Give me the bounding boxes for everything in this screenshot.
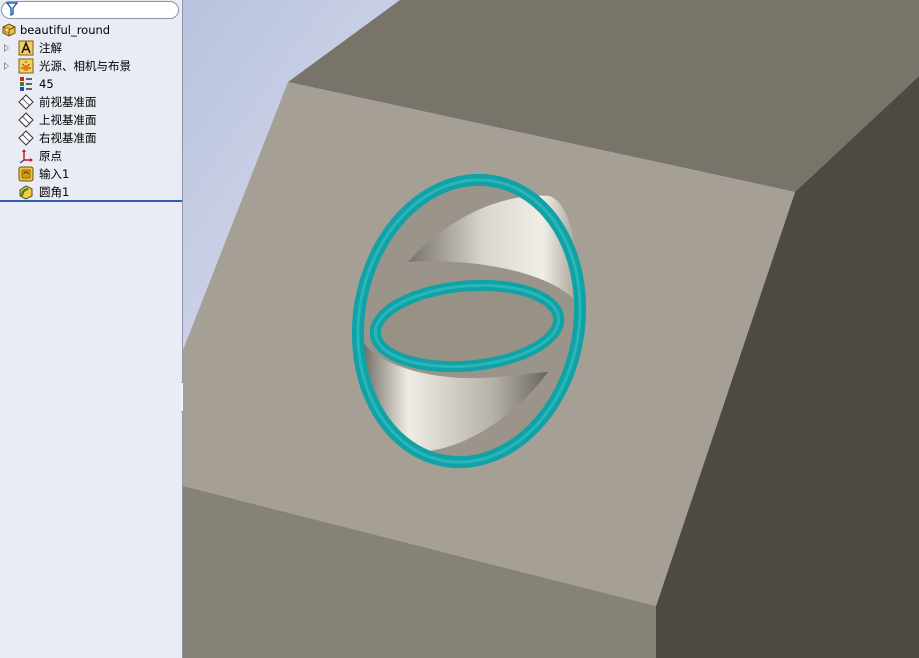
- tree-item-material[interactable]: 45: [0, 75, 182, 93]
- filter-icon[interactable]: [6, 2, 18, 16]
- tree-item-label: 注解: [39, 41, 62, 55]
- expand-arrow-icon[interactable]: [4, 62, 9, 70]
- filter-input[interactable]: [1, 1, 179, 19]
- tree-item-annotations[interactable]: 注解: [0, 39, 182, 57]
- tree-item-label: beautiful_round: [20, 23, 111, 37]
- plane-icon: [18, 130, 34, 146]
- tree-item-front-plane[interactable]: 前视基准面: [0, 93, 182, 111]
- tree-item-right-plane[interactable]: 右视基准面: [0, 129, 182, 147]
- tree-item-label: 原点: [39, 149, 62, 163]
- feature-manager-panel: beautiful_round 注解 光源、相机与布景 45 前视基准面 上视基…: [0, 0, 183, 658]
- annotations-icon: [18, 40, 34, 56]
- filter-bar: [0, 0, 182, 20]
- tree-item-label: 右视基准面: [39, 131, 97, 145]
- tree-item-label: 光源、相机与布景: [39, 59, 131, 73]
- tree-item-part[interactable]: beautiful_round: [0, 21, 182, 39]
- tree-item-label: 45: [39, 77, 54, 91]
- expand-arrow-icon[interactable]: [4, 44, 9, 52]
- graphics-viewport[interactable]: [183, 0, 919, 658]
- plane-icon: [18, 94, 34, 110]
- imported-body-icon: [18, 166, 34, 182]
- tree-item-imported-body[interactable]: 输入1: [0, 165, 182, 183]
- rollback-bar[interactable]: [0, 200, 182, 202]
- tree-item-label: 输入1: [39, 167, 70, 181]
- plane-icon: [18, 112, 34, 128]
- part-icon: [2, 23, 16, 37]
- model-view[interactable]: [183, 0, 919, 658]
- tree-item-label: 圆角1: [39, 185, 70, 199]
- origin-icon: [19, 149, 33, 164]
- tree-item-label: 上视基准面: [39, 113, 97, 127]
- tree-item-top-plane[interactable]: 上视基准面: [0, 111, 182, 129]
- tree-item-lights-cameras-scene[interactable]: 光源、相机与布景: [0, 57, 182, 75]
- tree-item-fillet[interactable]: 圆角1: [0, 183, 182, 201]
- tree-item-label: 前视基准面: [39, 95, 97, 109]
- lights-cameras-scene-icon: [18, 58, 34, 74]
- feature-tree: beautiful_round 注解 光源、相机与布景 45 前视基准面 上视基…: [0, 21, 182, 201]
- tree-item-origin[interactable]: 原点: [0, 147, 182, 165]
- fillet-icon: [19, 185, 33, 200]
- material-icon: [20, 77, 32, 91]
